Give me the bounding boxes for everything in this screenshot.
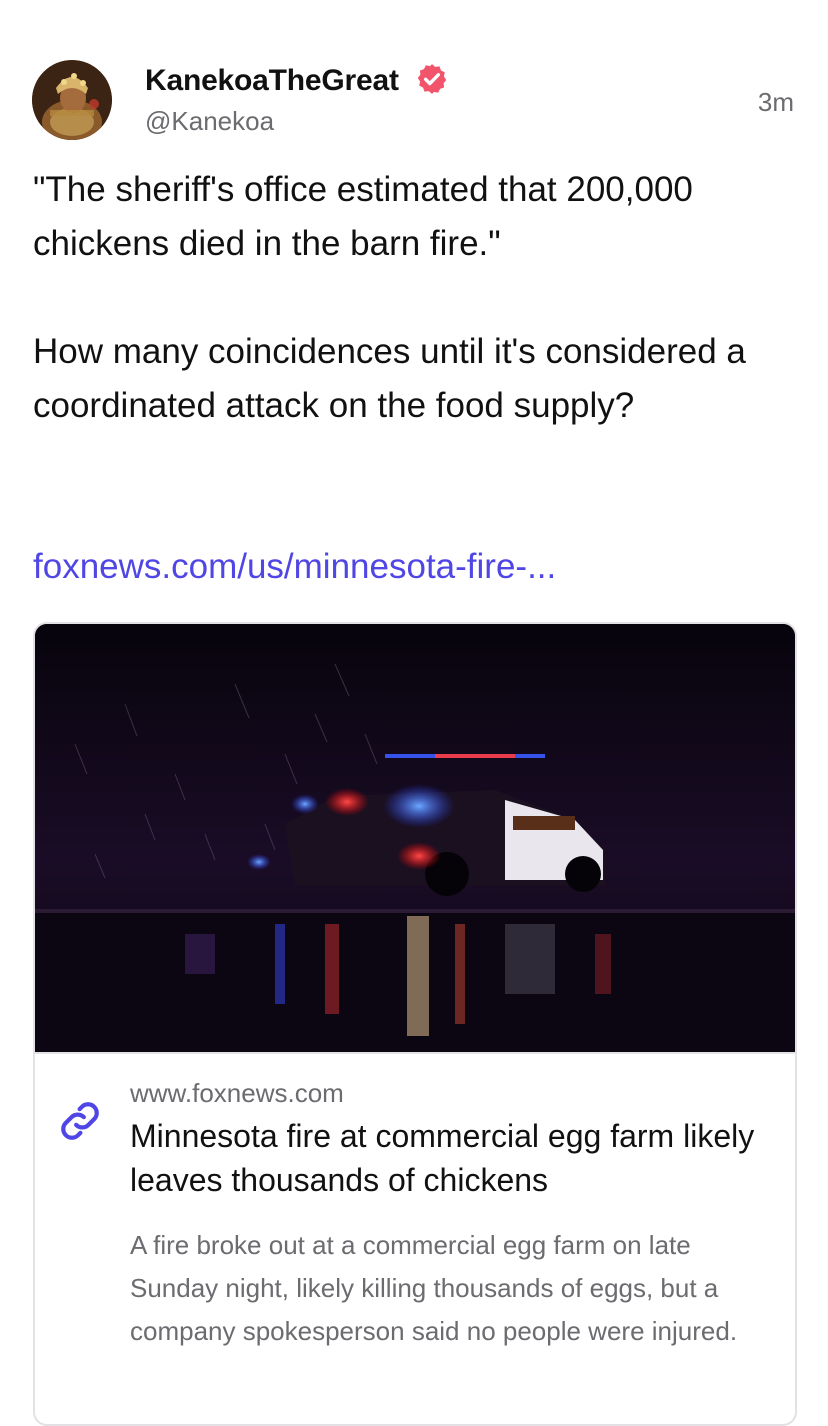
post: KanekoaTheGreat @Kanekoa 3m "The sheriff… [0, 0, 828, 1426]
card-title[interactable]: Minnesota fire at commercial egg farm li… [130, 1114, 770, 1202]
card-image[interactable] [35, 624, 795, 1054]
avatar[interactable] [32, 60, 112, 140]
link-icon [61, 1102, 99, 1140]
verified-badge-icon [417, 64, 447, 94]
display-name[interactable]: KanekoaTheGreat [145, 64, 399, 97]
link-preview-card[interactable]: www.foxnews.com Minnesota fire at commer… [33, 622, 797, 1426]
post-paragraph-question: How many coincidences until it's conside… [33, 332, 746, 425]
post-body: "The sheriff's office estimated that 200… [33, 163, 803, 433]
author-name[interactable]: KanekoaTheGreat [145, 62, 449, 100]
post-link[interactable]: foxnews.com/us/minnesota-fire-... [33, 540, 556, 594]
card-description: A fire broke out at a commercial egg far… [130, 1230, 738, 1346]
author-handle[interactable]: @Kanekoa [145, 104, 274, 138]
post-timestamp[interactable]: 3m [758, 86, 794, 118]
post-paragraph-quote: "The sheriff's office estimated that 200… [33, 170, 693, 263]
card-domain: www.foxnews.com [130, 1078, 344, 1108]
